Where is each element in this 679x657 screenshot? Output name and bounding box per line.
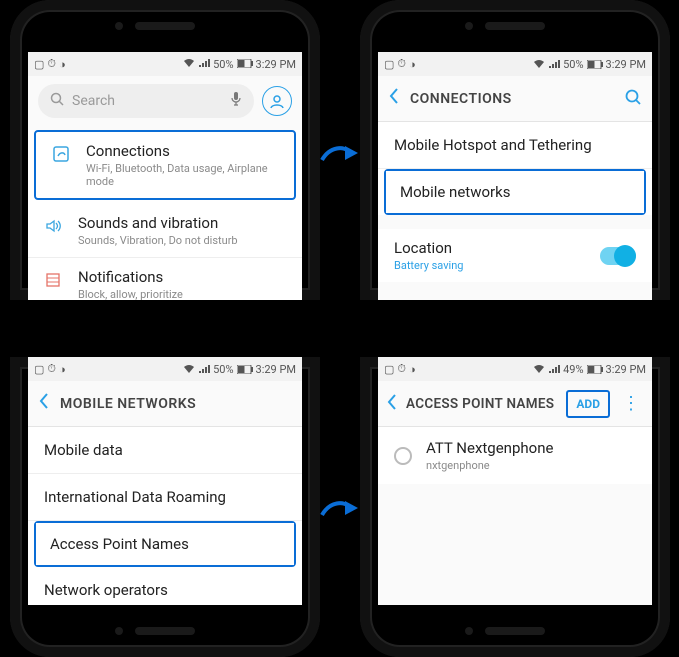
mic-icon[interactable] xyxy=(230,91,242,111)
screenshot-icon: ▢ xyxy=(34,58,44,71)
apn-title: ATT Nextgenphone xyxy=(426,439,553,457)
apn-row[interactable]: ATT Nextgenphone nxtgenphone xyxy=(378,427,652,484)
page-title: ACCESS POINT NAMES xyxy=(406,396,558,412)
settings-row-notifications[interactable]: Notifications Block, allow, prioritize xyxy=(28,258,302,300)
status-bar: ▢⏱◑ 50% 3:29 PM xyxy=(378,52,652,76)
settings-row-sounds[interactable]: Sounds and vibration Sounds, Vibration, … xyxy=(28,204,302,258)
row-mobile-networks[interactable]: Mobile networks xyxy=(386,171,644,213)
search-icon[interactable] xyxy=(624,88,642,110)
back-icon[interactable] xyxy=(388,87,400,110)
add-button[interactable]: ADD xyxy=(566,390,610,418)
page-title: MOBILE NETWORKS xyxy=(60,396,292,412)
search-icon xyxy=(50,92,64,110)
back-icon[interactable] xyxy=(386,393,398,415)
wifi-icon xyxy=(183,58,195,71)
row-operators[interactable]: Network operators xyxy=(28,567,302,605)
row-hotspot[interactable]: Mobile Hotspot and Tethering xyxy=(378,122,652,169)
account-icon[interactable] xyxy=(262,86,292,116)
back-icon[interactable] xyxy=(38,392,50,415)
battery-text: 50% xyxy=(213,58,233,71)
row-title: Connections xyxy=(86,142,282,160)
row-title: Notifications xyxy=(78,268,290,286)
indicator-icon: ◑ xyxy=(59,58,66,71)
status-bar: ▢ ⏱ ◑ 50% 3:29 PM xyxy=(28,52,302,76)
connections-icon xyxy=(51,144,71,168)
radio-unselected[interactable] xyxy=(394,447,412,465)
apn-sub: nxtgenphone xyxy=(426,459,553,472)
battery-icon xyxy=(237,58,253,71)
row-sub: Block, allow, prioritize xyxy=(78,288,290,300)
arrow-icon xyxy=(320,495,360,525)
row-location[interactable]: Location Battery saving xyxy=(378,229,652,282)
row-title: Location xyxy=(394,239,600,257)
sound-icon xyxy=(43,216,63,240)
status-bar: ▢⏱◑ 50% 3:29 PM xyxy=(28,357,302,381)
alarm-icon: ⏱ xyxy=(47,57,56,71)
row-mobile-data[interactable]: Mobile data xyxy=(28,427,302,474)
signal-icon xyxy=(198,58,210,71)
location-toggle[interactable] xyxy=(600,247,636,265)
settings-row-connections[interactable]: Connections Wi-Fi, Bluetooth, Data usage… xyxy=(36,132,294,198)
row-sub: Wi-Fi, Bluetooth, Data usage, Airplane m… xyxy=(86,162,282,188)
status-bar: ▢⏱◑ 49% 3:29 PM xyxy=(378,357,652,381)
row-title: Sounds and vibration xyxy=(78,214,290,232)
arrow-icon xyxy=(320,140,360,170)
clock-text: 3:29 PM xyxy=(256,58,296,71)
notifications-icon xyxy=(43,270,63,294)
search-placeholder: Search xyxy=(72,93,222,109)
row-sub: Battery saving xyxy=(394,259,600,272)
more-icon[interactable]: ⋮ xyxy=(618,393,644,414)
row-apn[interactable]: Access Point Names xyxy=(36,523,294,565)
row-sub: Sounds, Vibration, Do not disturb xyxy=(78,234,290,247)
page-title: CONNECTIONS xyxy=(410,91,614,107)
search-input[interactable]: Search xyxy=(38,84,254,118)
row-roaming[interactable]: International Data Roaming xyxy=(28,474,302,521)
